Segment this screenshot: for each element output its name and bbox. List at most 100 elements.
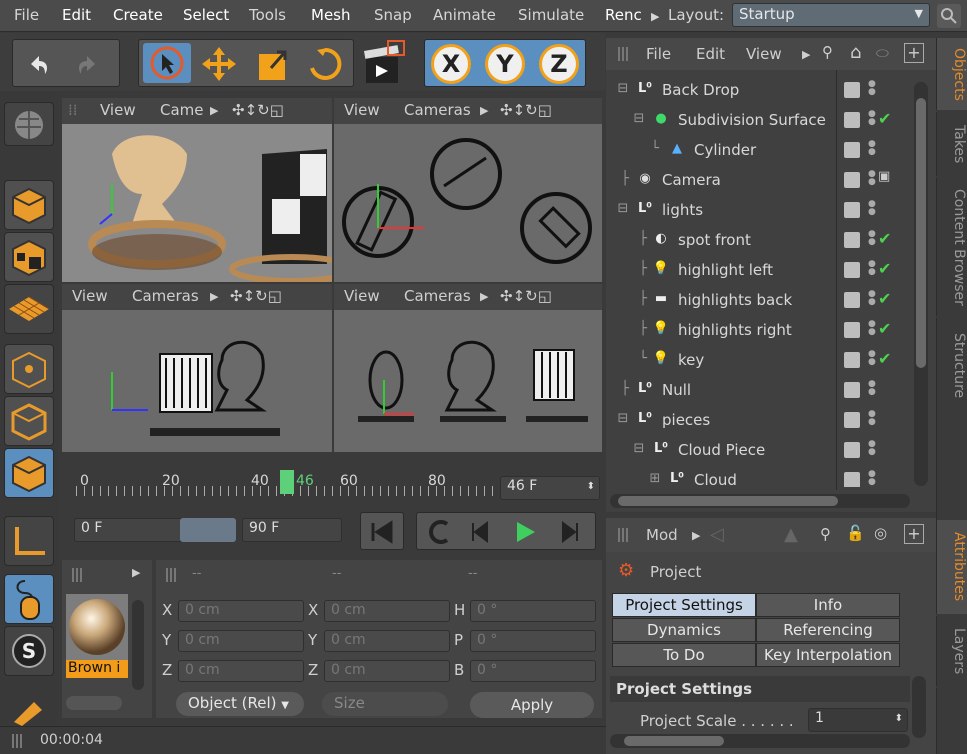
viewport-cameras-menu[interactable]: Came <box>160 101 204 119</box>
texture-mode-icon[interactable] <box>4 232 54 282</box>
menu-mesh[interactable]: Mesh <box>311 6 351 24</box>
menu-render[interactable]: Renc <box>605 6 642 24</box>
flags-cloud-piece[interactable]: ● ● <box>838 435 912 465</box>
coord-mode-dropdown[interactable]: Object (Rel) ▼ <box>176 692 304 716</box>
object-row-cylinder[interactable]: └ ▲ Cylinder <box>612 135 837 165</box>
lock-icon[interactable]: 🔓 <box>846 524 865 542</box>
viewport-view-menu[interactable]: View <box>344 287 380 305</box>
lock-icon[interactable]: ⬭ <box>876 44 889 62</box>
menu-edit[interactable]: Edit <box>62 6 91 24</box>
attr-vscroll[interactable] <box>912 676 926 738</box>
viewport-cameras-menu[interactable]: Cameras <box>404 101 471 119</box>
object-row-lights[interactable]: ⊟ L⁰ lights <box>612 195 837 225</box>
flags-null[interactable]: ● ● <box>838 375 912 405</box>
rotation-h-field[interactable]: 0 ° <box>470 600 596 622</box>
menu-create[interactable]: Create <box>113 6 163 24</box>
new-panel-icon[interactable]: + <box>904 43 924 63</box>
polygons-mode-icon[interactable] <box>4 448 54 498</box>
object-row-cloud-piece[interactable]: ⊟ L⁰ Cloud Piece <box>612 435 837 465</box>
viewport-arrow-icon[interactable]: ▶ <box>210 290 218 303</box>
viewport-arrow-icon[interactable]: ▶ <box>210 104 218 117</box>
viewport-top[interactable]: View Cameras ▶ ✣↕↻◱ <box>334 98 602 282</box>
position-z-field[interactable]: 0 cm <box>178 660 304 682</box>
size-x-field[interactable]: 0 cm <box>324 600 450 622</box>
viewport-cameras-menu[interactable]: Cameras <box>132 287 199 305</box>
tab-dynamics[interactable]: Dynamics <box>612 618 756 642</box>
om-vscroll[interactable] <box>914 82 928 486</box>
tab-to-do[interactable]: To Do <box>612 643 756 667</box>
record-loop-icon[interactable] <box>421 515 457 549</box>
object-row-back-drop[interactable]: ⊟ L⁰ Back Drop <box>612 75 837 105</box>
coord-size-dropdown[interactable]: Size <box>322 692 448 716</box>
om-menu-view[interactable]: View <box>746 45 782 63</box>
step-forward-icon[interactable] <box>551 515 587 549</box>
attr-menu-arrow-icon[interactable]: ▶ <box>692 529 700 542</box>
snapping-icon[interactable]: S <box>4 626 54 676</box>
search-icon[interactable]: ⚲ <box>820 525 831 543</box>
start-frame-field[interactable]: 0 F <box>74 518 184 542</box>
edges-mode-icon[interactable] <box>4 396 54 446</box>
material-menu-arrow-icon[interactable]: ▶ <box>132 566 140 579</box>
position-y-field[interactable]: 0 cm <box>178 630 304 652</box>
target-icon[interactable]: ◎ <box>874 524 887 542</box>
select-tool-button[interactable] <box>143 43 191 83</box>
step-back-icon[interactable] <box>463 515 499 549</box>
object-row-camera[interactable]: ├ ◉ Camera <box>612 165 837 195</box>
end-frame-field[interactable]: 90 F <box>242 518 342 542</box>
brush-icon[interactable] <box>10 696 46 726</box>
points-mode-icon[interactable] <box>4 344 54 394</box>
menu-file[interactable]: File <box>14 6 39 24</box>
tab-layers[interactable]: Layers <box>936 616 967 686</box>
attr-hscroll[interactable] <box>610 734 910 748</box>
move-icon[interactable] <box>199 44 239 84</box>
tab-content-browser[interactable]: Content Browser <box>936 178 967 316</box>
new-panel-icon[interactable]: + <box>904 524 924 544</box>
viewport-nav-icons[interactable]: ✣↕↻◱ <box>500 101 552 119</box>
object-row-spot-front[interactable]: ├ ◐ spot front <box>612 225 837 255</box>
y-axis-lock-button[interactable]: Y <box>485 44 525 84</box>
position-x-field[interactable]: 0 cm <box>178 600 304 622</box>
project-scale-field[interactable]: 1 ⬍ <box>808 708 908 732</box>
flags-highlight-left[interactable]: ● ● ✔ <box>838 255 912 285</box>
home-icon[interactable]: ⌂ <box>850 42 861 63</box>
viewport-perspective[interactable]: ⁞⁞ View Came ▶ ✣↕↻◱ <box>62 98 332 282</box>
tab-key-interpolation[interactable]: Key Interpolation <box>756 643 900 667</box>
om-menu-edit[interactable]: Edit <box>696 45 725 63</box>
tab-attributes[interactable]: Attributes <box>936 520 967 614</box>
object-row-highlight-left[interactable]: ├ 💡 highlight left <box>612 255 837 285</box>
tab-objects[interactable]: Objects <box>936 38 967 110</box>
object-row-highlights-right[interactable]: ├ 💡 highlights right <box>612 315 837 345</box>
axis-mode-icon[interactable] <box>4 516 54 566</box>
viewport-right[interactable]: View Cameras ▶ ✣↕↻◱ <box>62 284 332 452</box>
range-slider[interactable] <box>180 518 236 542</box>
om-hscroll[interactable] <box>610 494 910 508</box>
object-row-null[interactable]: ├ L⁰ Null <box>612 375 837 405</box>
undo-icon[interactable] <box>23 50 53 78</box>
apply-button[interactable]: Apply <box>470 692 594 718</box>
menu-animate[interactable]: Animate <box>433 6 496 24</box>
playhead[interactable] <box>280 470 294 494</box>
flags-highlights-right[interactable]: ● ● ✔ <box>838 315 912 345</box>
size-y-field[interactable]: 0 cm <box>324 630 450 652</box>
render-settings-icon[interactable] <box>358 39 408 89</box>
tweak-mode-icon[interactable] <box>4 574 54 624</box>
scale-icon[interactable] <box>253 44 293 84</box>
rotation-b-field[interactable]: 0 ° <box>470 660 596 682</box>
search-icon[interactable]: ⚲ <box>822 43 833 61</box>
size-z-field[interactable]: 0 cm <box>324 660 450 682</box>
menu-snap[interactable]: Snap <box>374 6 412 24</box>
viewport-view-menu[interactable]: View <box>100 101 136 119</box>
menu-simulate[interactable]: Simulate <box>518 6 584 24</box>
flags-back-drop[interactable]: ● ● <box>838 75 912 105</box>
search-icon[interactable] <box>937 4 961 28</box>
object-row-key[interactable]: └ 💡 key <box>612 345 837 375</box>
viewport-nav-icons[interactable]: ✣↕↻◱ <box>500 287 552 305</box>
material-hscroll[interactable] <box>66 696 122 710</box>
material-swatch[interactable]: Brown i <box>66 594 128 678</box>
workplane-icon[interactable] <box>4 284 54 334</box>
object-row-pieces[interactable]: ⊟ L⁰ pieces <box>612 405 837 435</box>
viewport-nav-icons[interactable]: ✣↕↻◱ <box>232 101 284 119</box>
flags-spot-front[interactable]: ● ● ✔ <box>838 225 912 255</box>
make-editable-icon[interactable] <box>4 102 54 146</box>
flags-highlights-back[interactable]: ● ● ✔ <box>838 285 912 315</box>
